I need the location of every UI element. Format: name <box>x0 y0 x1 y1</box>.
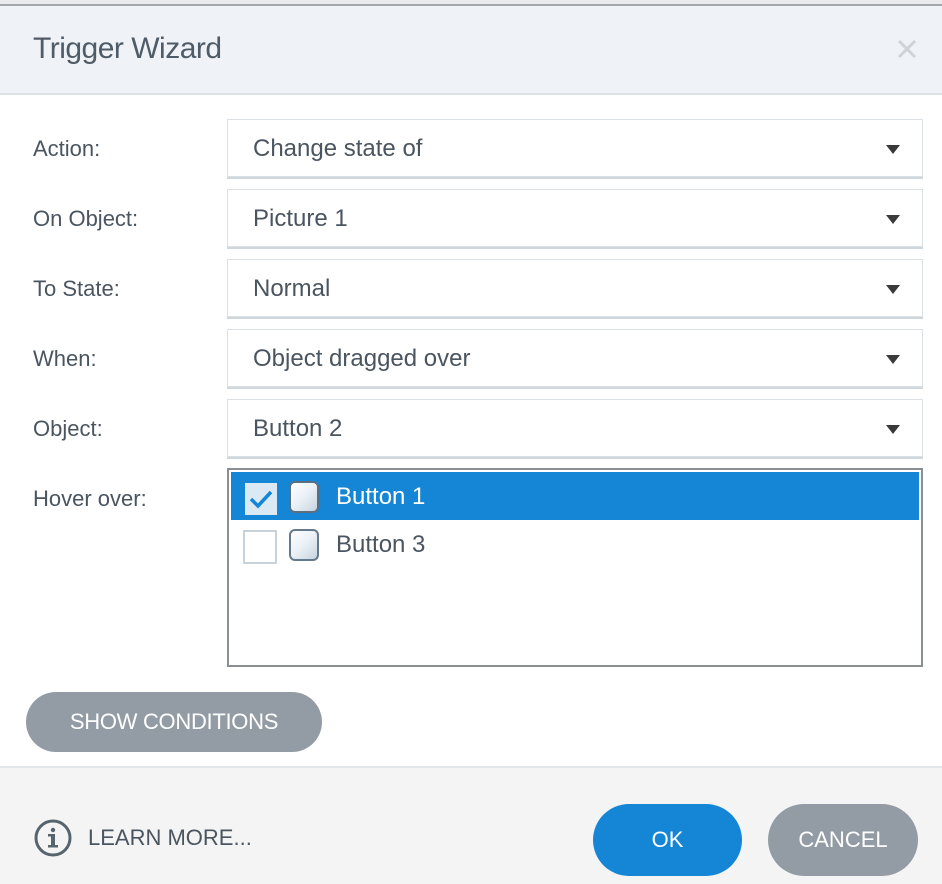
action-select[interactable]: Change state of <box>227 119 923 177</box>
item-checkbox[interactable] <box>245 483 277 515</box>
list-item[interactable]: Button 1 <box>231 472 919 520</box>
on-object-row: On Object: Picture 1 <box>0 189 942 247</box>
list-item[interactable]: Button 3 <box>231 520 919 568</box>
dialog-header: Trigger Wizard <box>0 6 942 95</box>
item-checkbox[interactable] <box>243 530 277 564</box>
info-icon <box>34 819 72 857</box>
cancel-button[interactable]: CANCEL <box>768 804 918 876</box>
on-object-select[interactable]: Picture 1 <box>227 189 923 247</box>
dropdown-arrow-icon <box>886 355 900 364</box>
dropdown-arrow-icon <box>886 285 900 294</box>
to-state-select-value: Normal <box>253 275 331 302</box>
when-row: When: Object dragged over <box>0 329 942 387</box>
hover-over-label: Hover over: <box>33 486 147 511</box>
hover-over-listbox[interactable]: Button 1 Button 3 <box>227 468 923 667</box>
to-state-row: To State: Normal <box>0 259 942 317</box>
when-label: When: <box>33 346 97 371</box>
action-label: Action: <box>33 136 101 161</box>
button-object-icon <box>289 481 319 513</box>
object-select[interactable]: Button 2 <box>227 399 923 457</box>
item-label: Button 1 <box>336 483 426 510</box>
button-object-icon <box>289 529 319 561</box>
when-select-value: Object dragged over <box>253 345 471 372</box>
when-select[interactable]: Object dragged over <box>227 329 923 387</box>
item-label: Button 3 <box>336 531 426 558</box>
close-button[interactable] <box>894 36 920 62</box>
action-row: Action: Change state of <box>0 119 942 177</box>
ok-button[interactable]: OK <box>593 804 742 876</box>
show-conditions-button[interactable]: SHOW CONDITIONS <box>26 692 322 752</box>
to-state-label: To State: <box>33 276 120 301</box>
object-label: Object: <box>33 416 103 441</box>
on-object-label: On Object: <box>33 206 139 231</box>
dropdown-arrow-icon <box>886 145 900 154</box>
dropdown-arrow-icon <box>886 215 900 224</box>
close-x-icon <box>897 39 917 59</box>
dialog-title: Trigger Wizard <box>33 32 222 65</box>
action-select-value: Change state of <box>253 135 423 162</box>
learn-more-label: LEARN MORE... <box>88 825 252 850</box>
object-row: Object: Button 2 <box>0 399 942 457</box>
on-object-select-value: Picture 1 <box>253 205 348 232</box>
checkmark-icon <box>249 490 273 509</box>
object-select-value: Button 2 <box>253 415 343 442</box>
to-state-select[interactable]: Normal <box>227 259 923 317</box>
dialog-footer: LEARN MORE... OK CANCEL <box>0 766 942 884</box>
dropdown-arrow-icon <box>886 425 900 434</box>
